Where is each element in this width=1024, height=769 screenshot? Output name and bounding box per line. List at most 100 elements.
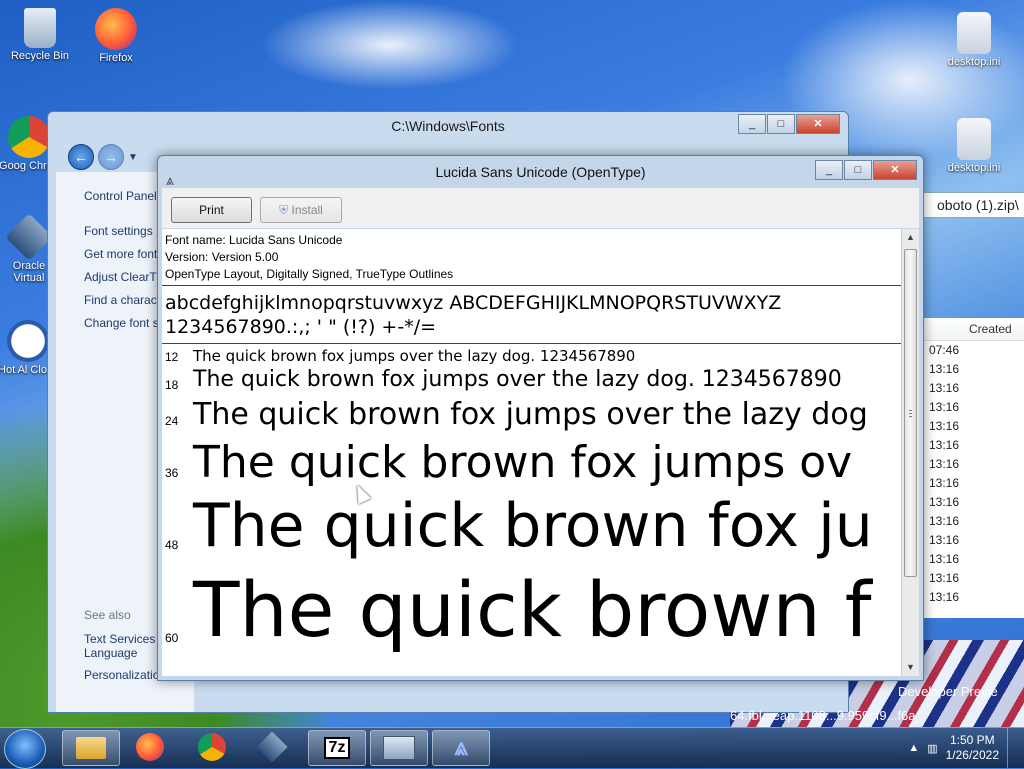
created-cell: 13:16 bbox=[929, 514, 960, 528]
font-viewer-icon: ⩓ bbox=[454, 734, 468, 761]
desktop-icon-firefox[interactable]: Firefox bbox=[78, 8, 154, 64]
created-cell: 13:16 bbox=[929, 552, 960, 566]
control-panel-icon bbox=[383, 736, 415, 760]
font-preview-area[interactable]: Font name: Lucida Sans Unicode Version: … bbox=[162, 229, 919, 676]
font-viewer-toolbar: Print ⛨ Install bbox=[162, 188, 919, 228]
font-viewer-titlebar: ⩓ Lucida Sans Unicode (OpenType) _ □ ✕ bbox=[158, 156, 923, 188]
network-icon[interactable]: ▥ bbox=[927, 742, 937, 755]
show-desktop-button[interactable] bbox=[1007, 728, 1018, 768]
sample-text: The quick brown fox jumps over the lazy … bbox=[193, 397, 868, 432]
chrome-icon bbox=[198, 733, 226, 761]
sample-text: The quick brown fox jumps ov bbox=[193, 437, 853, 488]
personalization-link[interactable]: Personalizatio bbox=[84, 668, 160, 682]
back-icon[interactable]: ← bbox=[68, 144, 94, 170]
explorer-icon bbox=[76, 737, 106, 759]
see-also-section: See also Text Services Language Personal… bbox=[84, 608, 160, 682]
taskbar-7zip[interactable]: 7z bbox=[308, 730, 366, 766]
print-button[interactable]: Print bbox=[171, 197, 252, 223]
created-cell: 07:46 bbox=[929, 343, 960, 357]
sample-text: The quick brown f bbox=[193, 565, 872, 654]
charset-symbols: 1234567890.:,; ' " (!?) +-*/= bbox=[165, 316, 437, 338]
font-viewer-title: Lucida Sans Unicode (OpenType) bbox=[435, 164, 646, 180]
settings-file-icon bbox=[957, 12, 991, 54]
scroll-down-arrow-icon[interactable]: ▼ bbox=[902, 659, 919, 676]
virtualbox-icon bbox=[256, 731, 288, 763]
forward-icon[interactable]: → bbox=[98, 144, 124, 170]
taskbar-explorer[interactable] bbox=[62, 730, 120, 766]
close-button[interactable]: ✕ bbox=[873, 160, 917, 180]
font-version-line: Version: Version 5.00 bbox=[165, 250, 279, 264]
taskbar: 7z ⩓ ▲ ▥ 1:50 PM 1/26/2022 bbox=[0, 727, 1024, 769]
address-bar-fragment[interactable]: oboto (1).zip\ bbox=[922, 192, 1024, 218]
sample-size-label: 18 bbox=[165, 378, 179, 392]
desktop-icon-label: Recycle Bin bbox=[10, 50, 70, 62]
created-cell: 13:16 bbox=[929, 419, 960, 433]
install-button[interactable]: ⛨ Install bbox=[260, 197, 342, 223]
scrollbar-thumb[interactable] bbox=[904, 249, 917, 577]
created-cell: 13:16 bbox=[929, 381, 960, 395]
scroll-up-arrow-icon[interactable]: ▲ bbox=[902, 229, 919, 246]
font-viewer-window[interactable]: ⩓ Lucida Sans Unicode (OpenType) _ □ ✕ P… bbox=[157, 155, 924, 681]
text-services-link[interactable]: Text Services Language bbox=[84, 632, 160, 660]
minimize-button[interactable]: _ bbox=[738, 114, 766, 134]
taskbar-control-panel[interactable] bbox=[370, 730, 428, 766]
clock[interactable]: 1:50 PM 1/26/2022 bbox=[946, 733, 999, 763]
recycle-bin-icon bbox=[24, 8, 56, 48]
taskbar-firefox[interactable] bbox=[122, 730, 178, 764]
sample-size-label: 12 bbox=[165, 350, 179, 364]
desktop-icon-recycle-bin[interactable]: Recycle Bin bbox=[2, 8, 78, 62]
created-column-header[interactable]: Created bbox=[923, 318, 1024, 341]
divider bbox=[162, 285, 901, 286]
maximize-button[interactable]: □ bbox=[844, 160, 872, 180]
created-cell: 13:16 bbox=[929, 457, 960, 471]
file-list-created-column: Created 07:46 13:16 13:16 13:16 13:16 13:16 13… bbox=[922, 318, 1024, 618]
status-text: Developer Previe bbox=[898, 684, 998, 699]
explorer-window-controls: _ □ ✕ bbox=[737, 114, 840, 134]
font-features-line: OpenType Layout, Digitally Signed, TrueT… bbox=[165, 267, 454, 281]
font-name-line: Font name: Lucida Sans Unicode bbox=[165, 233, 343, 247]
7zip-icon: 7z bbox=[323, 737, 351, 759]
charset-letters: abcdefghijklmnopqrstuvwxyz ABCDEFGHIJKLM… bbox=[165, 292, 782, 314]
taskbar-font-viewer[interactable]: ⩓ bbox=[432, 730, 490, 766]
taskbar-chrome[interactable] bbox=[184, 730, 240, 764]
desktop-icon-label: Oracle Virtual bbox=[12, 260, 46, 284]
virtualbox-icon bbox=[5, 213, 53, 261]
start-button[interactable] bbox=[4, 729, 46, 769]
show-hidden-icons-icon[interactable]: ▲ bbox=[908, 742, 919, 754]
created-cell: 13:16 bbox=[929, 495, 960, 509]
sample-text: The quick brown fox ju bbox=[193, 491, 873, 561]
sample-text: The quick brown fox jumps over the lazy … bbox=[193, 367, 842, 392]
character-set-preview: abcdefghijklmnopqrstuvwxyz ABCDEFGHIJKLM… bbox=[165, 291, 781, 339]
sample-size-label: 24 bbox=[165, 414, 179, 428]
vertical-scrollbar[interactable]: ▲ ▼ bbox=[901, 229, 919, 676]
explorer-nav: ← → ▼ bbox=[68, 144, 138, 170]
chevron-down-icon[interactable]: ▼ bbox=[128, 152, 138, 163]
created-cell: 13:16 bbox=[929, 533, 960, 547]
desktop-icon-label: Firefox bbox=[99, 52, 133, 64]
taskbar-virtualbox[interactable] bbox=[244, 730, 300, 764]
clock-icon bbox=[7, 320, 49, 362]
sample-size-label: 36 bbox=[165, 466, 179, 480]
firefox-icon bbox=[136, 733, 164, 761]
install-button-label: Install bbox=[291, 203, 323, 217]
settings-file-icon bbox=[957, 118, 991, 160]
maximize-button[interactable]: □ bbox=[767, 114, 795, 134]
desktop-icon-label: desktop.ini bbox=[947, 162, 1001, 174]
desktop-icon-label: desktop.ini bbox=[947, 56, 1001, 68]
dialog-window-controls: _ □ ✕ bbox=[814, 160, 917, 180]
explorer-title: C:\Windows\Fonts bbox=[391, 118, 505, 134]
see-also-label: See also bbox=[84, 608, 131, 622]
size-samples: 12 The quick brown fox jumps over the la… bbox=[162, 341, 901, 676]
firefox-icon bbox=[95, 8, 137, 50]
close-button[interactable]: ✕ bbox=[796, 114, 840, 134]
created-cell: 13:16 bbox=[929, 590, 960, 604]
sample-text: The quick brown fox jumps over the lazy … bbox=[193, 347, 636, 365]
created-cell: 13:16 bbox=[929, 571, 960, 585]
minimize-button[interactable]: _ bbox=[815, 160, 843, 180]
desktop-icon-ini-2[interactable]: desktop.ini bbox=[936, 118, 1012, 174]
desktop-icon-ini-1[interactable]: desktop.ini bbox=[936, 12, 1012, 68]
font-info: Font name: Lucida Sans Unicode Version: … bbox=[162, 229, 919, 283]
chrome-icon bbox=[8, 116, 50, 158]
clock-time: 1:50 PM bbox=[949, 733, 995, 747]
sample-size-label: 48 bbox=[165, 538, 179, 552]
